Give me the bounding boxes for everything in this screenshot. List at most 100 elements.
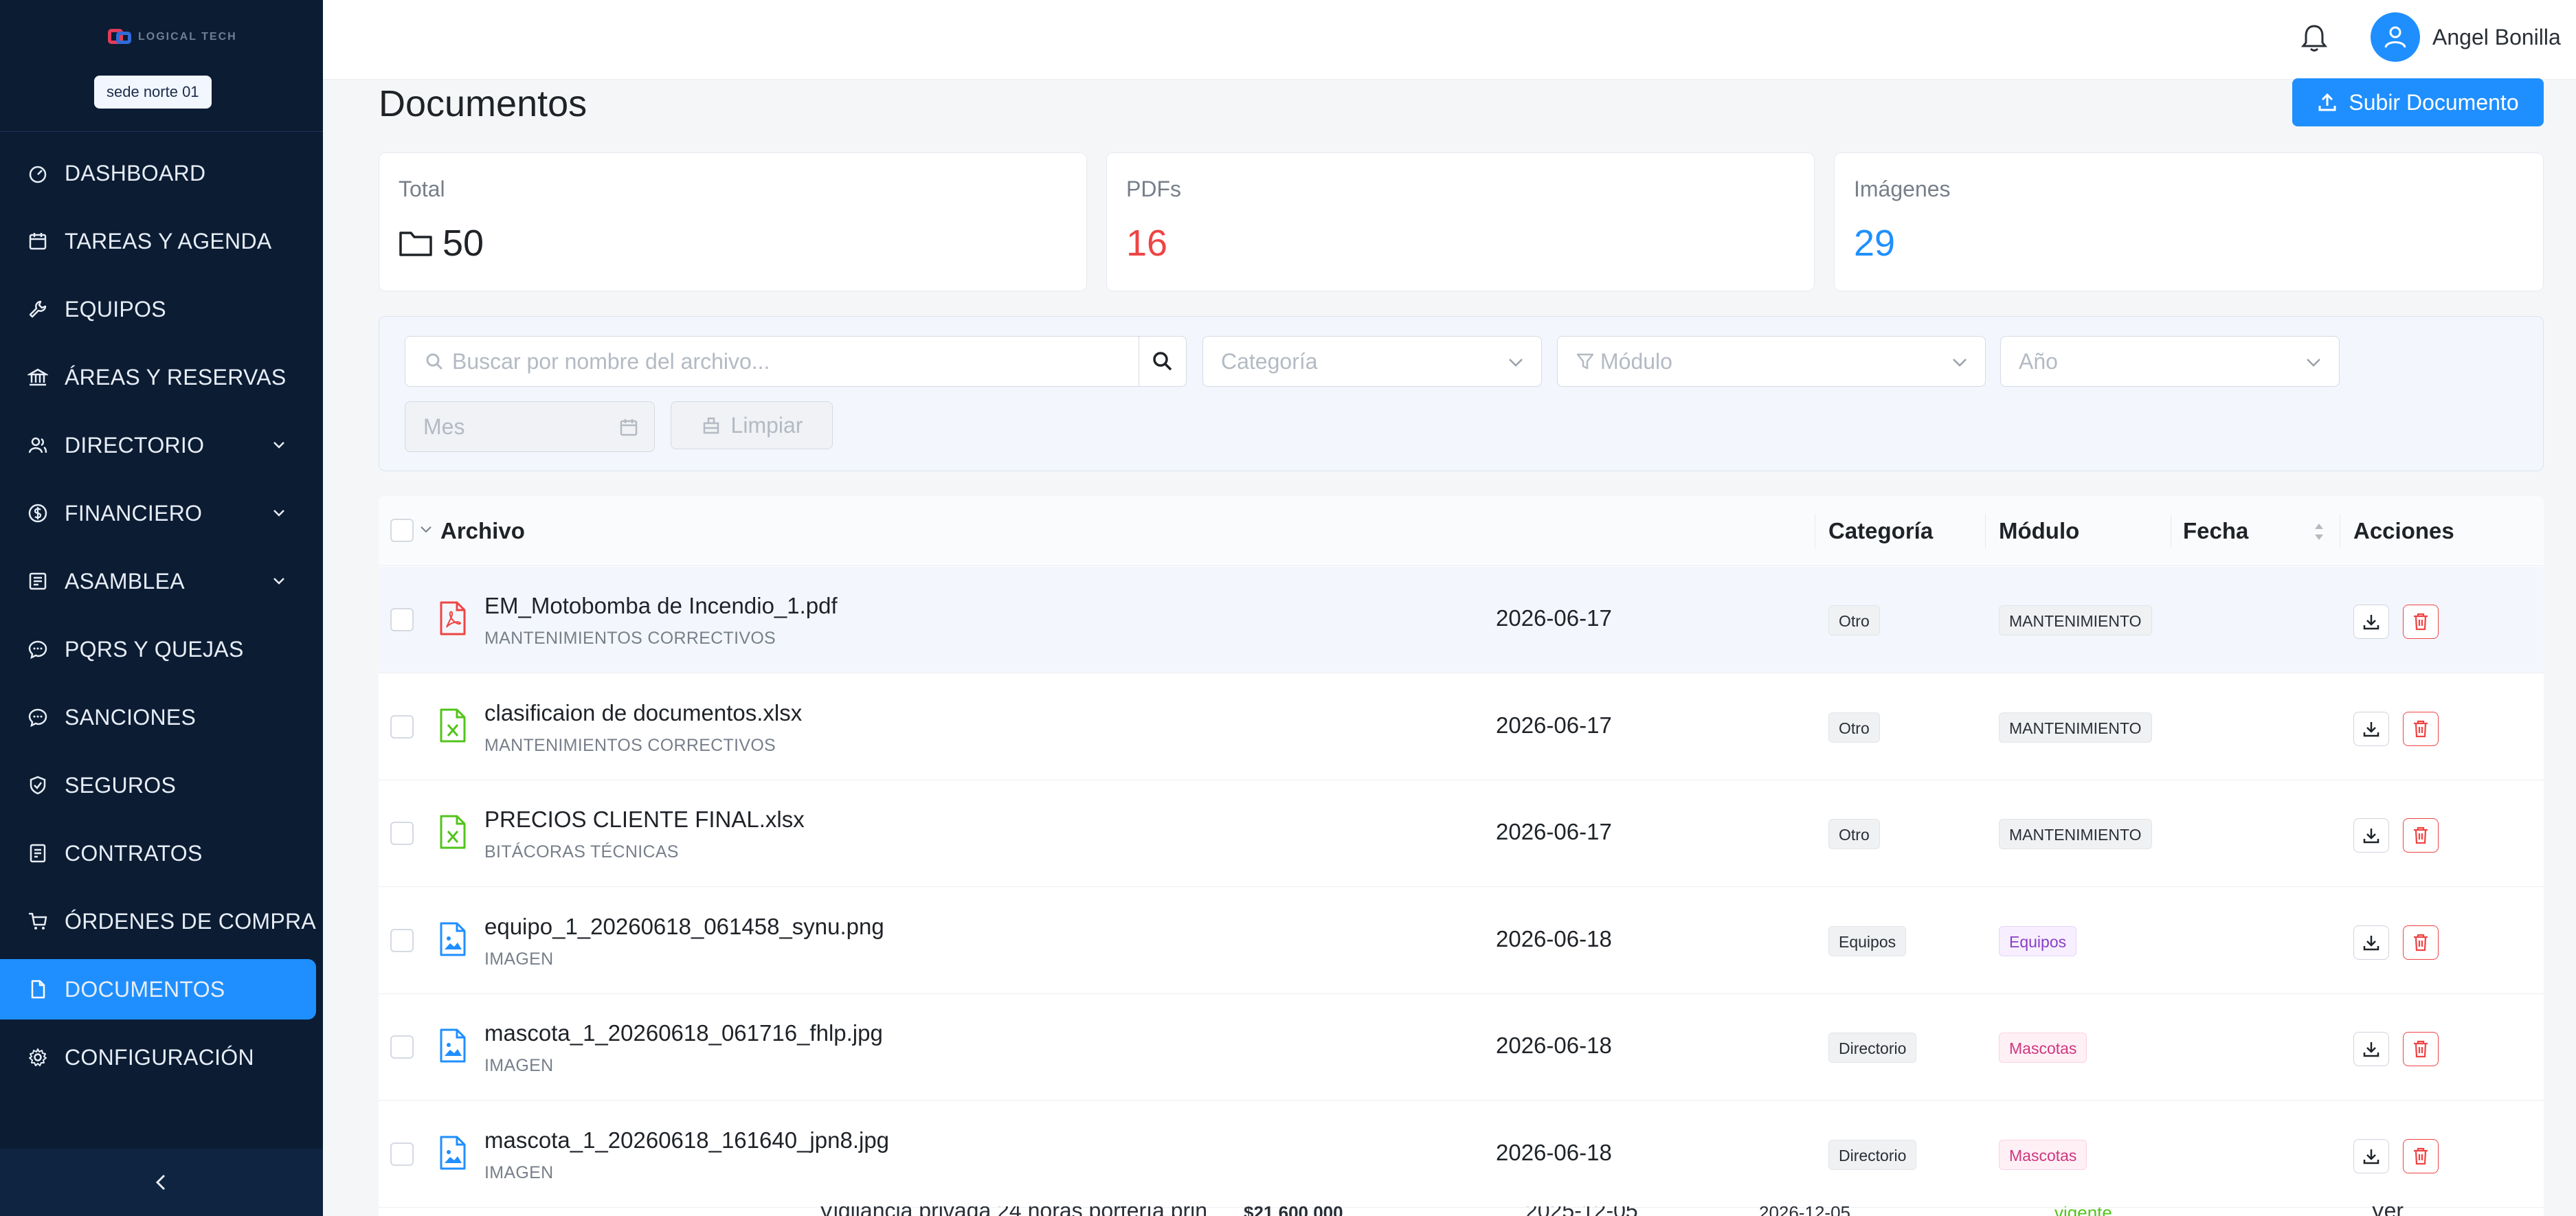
download-icon	[2362, 720, 2380, 738]
documents-table: Archivo Categoría Módulo Fecha Acciones …	[379, 496, 2544, 1216]
sidebar-item-tareas-y-agenda[interactable]: TAREAS Y AGENDA	[0, 211, 323, 271]
row-checkbox[interactable]	[390, 1035, 414, 1059]
table-row[interactable]: equipo_1_20260618_061458_synu.png IMAGEN E…	[379, 887, 2544, 994]
file-name[interactable]: mascota_1_20260618_061716_fhlp.jpg	[484, 1020, 883, 1046]
search-input[interactable]: Buscar por nombre del archivo...	[405, 336, 1140, 387]
collapse-sidebar-button[interactable]	[0, 1149, 323, 1216]
category-placeholder: Categoría	[1221, 348, 1318, 374]
row-checkbox[interactable]	[390, 608, 414, 631]
sidebar-item-label: PQRS Y QUEJAS	[65, 636, 244, 662]
file-name[interactable]: mascota_1_20260618_161640_jpn8.jpg	[484, 1127, 889, 1153]
delete-button[interactable]	[2403, 925, 2439, 960]
chevron-left-icon	[155, 1174, 166, 1191]
user-avatar[interactable]	[2371, 12, 2420, 62]
sidebar-item-documentos[interactable]: DOCUMENTOS	[0, 959, 316, 1020]
file-name[interactable]: clasificaion de documentos.xlsx	[484, 700, 802, 726]
bank-icon	[26, 365, 49, 389]
category-select[interactable]: Categoría	[1202, 336, 1542, 387]
sidebar-item-label: ASAMBLEA	[65, 568, 185, 594]
column-file: Archivo	[440, 518, 525, 543]
row-checkbox[interactable]	[390, 928, 414, 952]
calendar-icon	[26, 229, 49, 253]
stat-card-total: Total 50	[379, 153, 1087, 291]
sort-icon[interactable]	[2312, 519, 2326, 544]
column-date[interactable]: Fecha	[2183, 518, 2248, 544]
peek-description: Vigilancia privada 24 horas portería pri…	[819, 1206, 1207, 1216]
chevron-down-icon	[1509, 359, 1523, 367]
sidebar-item-configuración[interactable]: CONFIGURACIÓN	[0, 1027, 323, 1088]
chevron-down-icon	[273, 442, 284, 449]
sidebar-item-label: DIRECTORIO	[65, 432, 205, 458]
excel-file-icon	[439, 815, 467, 849]
search-icon	[426, 353, 443, 370]
sidebar-item-financiero[interactable]: FINANCIERO	[0, 483, 323, 543]
file-date: 2026-06-18	[1496, 1139, 1612, 1165]
year-select[interactable]: Año	[2000, 336, 2340, 387]
trash-icon	[2412, 1147, 2430, 1166]
stat-pdfs-value: 16	[1126, 223, 1168, 264]
sanction-icon	[26, 706, 49, 729]
file-name[interactable]: PRECIOS CLIENTE FINAL.xlsx	[484, 807, 805, 833]
delete-button[interactable]	[2403, 711, 2439, 746]
user-name[interactable]: Angel Bonilla	[2432, 25, 2561, 50]
search-placeholder: Buscar por nombre del archivo...	[452, 348, 770, 374]
trash-icon	[2412, 933, 2430, 952]
upload-document-button[interactable]: Subir Documento	[2292, 78, 2544, 126]
sidebar-item-dashboard[interactable]: DASHBOARD	[0, 143, 323, 203]
sidebar-item-equipos[interactable]: EQUIPOS	[0, 279, 323, 339]
branch-badge[interactable]: sede norte 01	[94, 76, 212, 109]
peek-view-link[interactable]: Ver	[2371, 1206, 2404, 1216]
download-button[interactable]	[2353, 818, 2389, 853]
peek-start-date: 2025-12-05	[1525, 1206, 1638, 1216]
sidebar-item-sanciones[interactable]: SANCIONES	[0, 687, 323, 747]
app-root: LOGICAL TECH sede norte 01 DASHBOARD TARE…	[0, 0, 2576, 1216]
sidebar-item-seguros[interactable]: SEGUROS	[0, 755, 323, 815]
row-checkbox[interactable]	[390, 714, 414, 739]
delete-button[interactable]	[2403, 605, 2439, 639]
download-icon	[2362, 613, 2380, 631]
table-row[interactable]: clasificaion de documentos.xlsx MANTENIMI…	[379, 673, 2544, 780]
delete-button[interactable]	[2403, 818, 2439, 853]
sidebar-item-órdenes-de-compra[interactable]: ÓRDENES DE COMPRA	[0, 891, 323, 952]
stat-card-pdfs: PDFs 16	[1106, 153, 1815, 291]
sidebar-item-directorio[interactable]: DIRECTORIO	[0, 415, 323, 475]
delete-button[interactable]	[2403, 1138, 2439, 1173]
table-row[interactable]: PRECIOS CLIENTE FINAL.xlsx BITÁCORAS TÉCN…	[379, 780, 2544, 887]
download-button[interactable]	[2353, 711, 2389, 746]
delete-button[interactable]	[2403, 1032, 2439, 1066]
select-all-checkbox[interactable]	[390, 519, 414, 542]
dollar-icon	[26, 502, 49, 525]
download-button[interactable]	[2353, 925, 2389, 960]
category-tag: Otro	[1828, 819, 1880, 849]
download-button[interactable]	[2353, 1032, 2389, 1066]
search-button[interactable]	[1139, 336, 1187, 387]
table-row[interactable]: mascota_1_20260618_061716_fhlp.jpg IMAGEN…	[379, 994, 2544, 1101]
file-name[interactable]: EM_Motobomba de Incendio_1.pdf	[484, 593, 838, 619]
clear-filters-button[interactable]: Limpiar	[671, 401, 833, 449]
sidebar: LOGICAL TECH sede norte 01 DASHBOARD TARE…	[0, 0, 323, 1216]
row-checkbox[interactable]	[390, 822, 414, 845]
sidebar-item-áreas-y-reservas[interactable]: ÁREAS Y RESERVAS	[0, 347, 323, 407]
file-subcategory: IMAGEN	[484, 1056, 554, 1075]
peek-amount: $21.600.000	[1244, 1206, 1343, 1216]
sidebar-item-label: EQUIPOS	[65, 296, 166, 322]
pdf-file-icon	[439, 601, 467, 635]
notifications-bell-icon[interactable]	[2300, 23, 2328, 54]
module-select[interactable]: Módulo	[1557, 336, 1986, 387]
sidebar-item-contratos[interactable]: CONTRATOS	[0, 823, 323, 883]
download-button[interactable]	[2353, 605, 2389, 639]
chevron-down-icon	[2307, 359, 2320, 367]
dashboard-icon	[26, 161, 49, 185]
file-name[interactable]: equipo_1_20260618_061458_synu.png	[484, 914, 884, 940]
trash-icon	[2412, 719, 2430, 739]
sidebar-item-label: SANCIONES	[65, 704, 197, 730]
wrench-icon	[26, 297, 49, 321]
sidebar-item-pqrs-y-quejas[interactable]: PQRS Y QUEJAS	[0, 619, 323, 679]
download-button[interactable]	[2353, 1138, 2389, 1173]
table-row[interactable]: EM_Motobomba de Incendio_1.pdf MANTENIMIE…	[379, 567, 2544, 673]
table-row[interactable]: mascota_1_20260618_161640_jpn8.jpg IMAGEN…	[379, 1101, 2544, 1208]
sidebar-item-asamblea[interactable]: ASAMBLEA	[0, 551, 323, 611]
month-picker[interactable]: Mes	[405, 401, 655, 452]
row-checkbox[interactable]	[390, 1142, 414, 1166]
chevron-down-icon[interactable]	[418, 522, 434, 537]
